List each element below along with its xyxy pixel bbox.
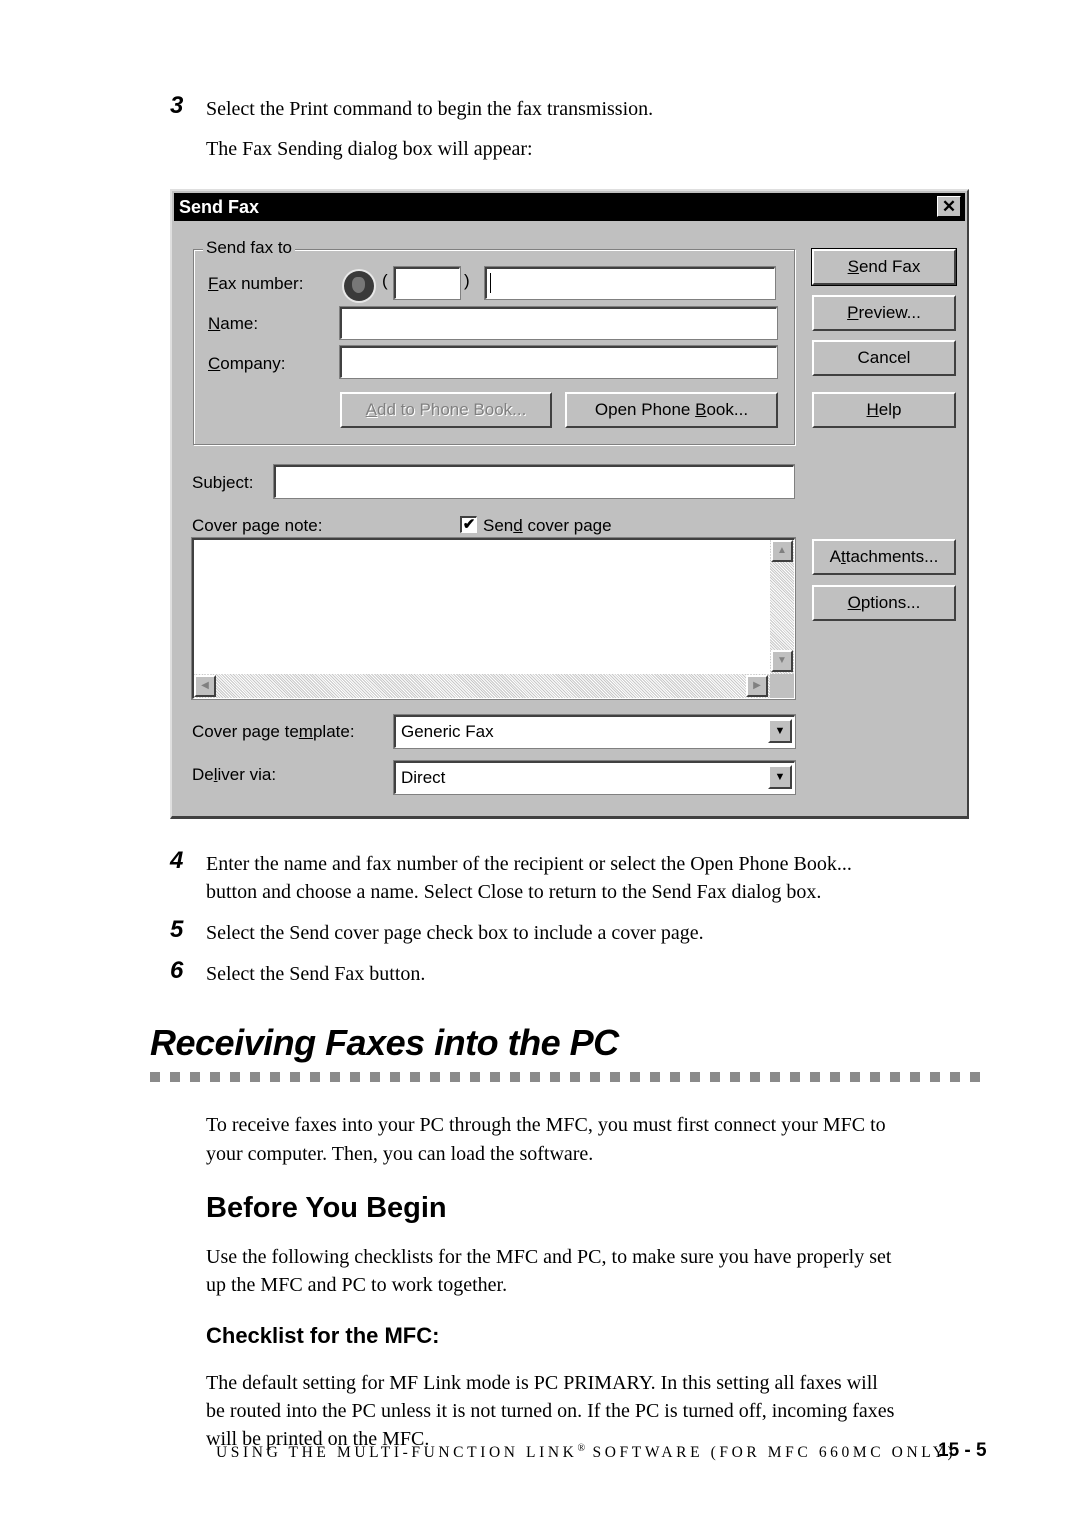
cover-page-template-label: Cover page template: xyxy=(192,722,355,741)
step-number: 4 xyxy=(170,847,184,874)
send-cover-page-checkbox[interactable]: ✔ xyxy=(460,516,477,533)
section-title: Receiving Faxes into the PC xyxy=(150,1022,619,1063)
dotted-rule xyxy=(150,1072,990,1082)
step-text: Select the Send cover page check box to … xyxy=(206,922,704,944)
send-fax-button[interactable]: Send Fax xyxy=(811,248,957,286)
dropdown-arrow-icon[interactable]: ▼ xyxy=(768,765,792,789)
deliver-value: Direct xyxy=(401,768,446,787)
close-paren: ) xyxy=(464,271,470,290)
paragraph-line: Use the following checklists for the MFC… xyxy=(206,1246,892,1268)
fax-number-label: Fax number: xyxy=(208,274,304,293)
paragraph-line: up the MFC and PC to work together. xyxy=(206,1274,508,1296)
close-icon[interactable]: ✕ xyxy=(937,196,961,217)
step-number: 3 xyxy=(170,92,184,119)
dropdown-arrow-icon[interactable]: ▼ xyxy=(768,719,792,743)
name-label: Name: xyxy=(208,314,259,333)
paragraph-line: be routed into the PC unless it is not t… xyxy=(206,1400,895,1422)
paragraph-line: your computer. Then, you can load the so… xyxy=(206,1143,594,1165)
scroll-corner xyxy=(770,674,794,698)
area-code-input[interactable] xyxy=(394,267,460,299)
send-cover-page-label[interactable]: Send cover page xyxy=(483,516,612,536)
fax-number-input[interactable] xyxy=(485,267,775,299)
deliver-via-select[interactable]: Direct ▼ xyxy=(394,761,795,794)
globe-icon[interactable] xyxy=(344,271,374,301)
scroll-up-arrow-icon[interactable]: ▲ xyxy=(771,540,793,562)
options-button[interactable]: Options... xyxy=(812,585,956,621)
subject-label: Subject: xyxy=(192,473,254,492)
running-footer: USING THE MULTI-FUNCTION LINK® SOFTWARE … xyxy=(216,1443,957,1462)
add-to-phone-book-button[interactable]: Add to Phone Book... xyxy=(340,392,552,428)
attachments-button[interactable]: Attachments... xyxy=(812,539,956,575)
cancel-button[interactable]: Cancel xyxy=(812,340,956,376)
step-number: 6 xyxy=(170,957,184,984)
group-label: Send fax to xyxy=(203,238,296,258)
subsection-title: Before You Begin xyxy=(206,1192,447,1224)
text-cursor xyxy=(490,273,491,293)
company-input[interactable] xyxy=(340,346,777,378)
dialog-title: Send Fax xyxy=(179,197,260,217)
cover-page-note-label: Cover page note: xyxy=(192,516,323,535)
step-text: button and choose a name. Select Close t… xyxy=(206,881,822,903)
company-label: Company: xyxy=(208,354,286,373)
scroll-left-arrow-icon[interactable]: ◀ xyxy=(194,675,216,697)
page-number: 15 - 5 xyxy=(938,1440,987,1461)
checklist-title: Checklist for the MFC: xyxy=(206,1323,440,1348)
paragraph-line: To receive faxes into your PC through th… xyxy=(206,1114,886,1136)
step-number: 5 xyxy=(170,916,184,943)
paragraph-line: The default setting for MF Link mode is … xyxy=(206,1372,878,1394)
scroll-right-arrow-icon[interactable]: ▶ xyxy=(746,675,768,697)
name-input[interactable] xyxy=(340,307,777,339)
subject-input[interactable] xyxy=(274,465,794,498)
step-text: Select the Print command to begin the fa… xyxy=(206,98,654,120)
help-button[interactable]: Help xyxy=(812,392,956,428)
cover-page-template-select[interactable]: Generic Fax ▼ xyxy=(394,715,795,748)
cover-page-note-textarea[interactable]: ▲ ▼ ◀ ▶ xyxy=(192,538,795,699)
send-fax-dialog: Send Fax ✕ Send fax to Fax number: ( ) N… xyxy=(170,189,969,819)
open-paren: ( xyxy=(382,271,388,290)
preview-button[interactable]: Preview... xyxy=(812,295,956,331)
open-phone-book-button[interactable]: Open Phone Book... xyxy=(565,392,778,428)
dialog-titlebar[interactable]: Send Fax ✕ xyxy=(174,193,965,221)
step-text: Enter the name and fax number of the rec… xyxy=(206,853,852,875)
step-text: Select the Send Fax button. xyxy=(206,963,426,985)
scroll-down-arrow-icon[interactable]: ▼ xyxy=(771,650,793,672)
deliver-via-label: Deliver via: xyxy=(192,765,277,784)
step-subtext: The Fax Sending dialog box will appear: xyxy=(206,138,533,160)
template-value: Generic Fax xyxy=(401,722,494,741)
horizontal-scrollbar[interactable] xyxy=(194,674,770,698)
